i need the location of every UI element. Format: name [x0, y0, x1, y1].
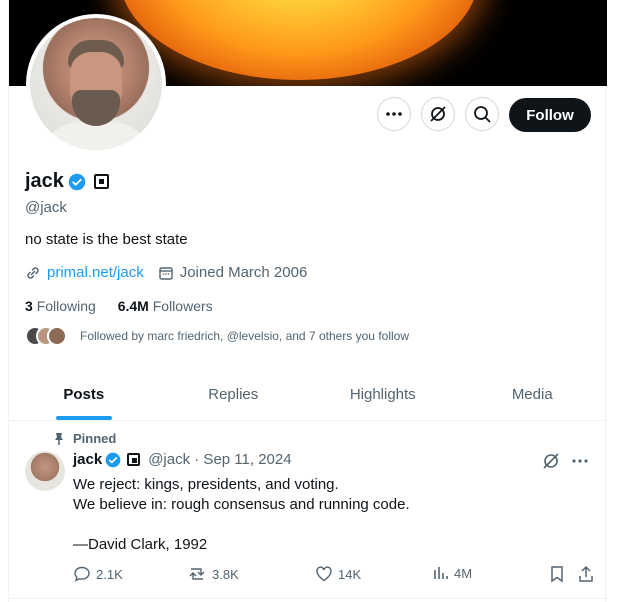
profile-page: Follow jack @jack no state is the best s…	[8, 0, 607, 602]
profile-name: jack	[25, 170, 64, 192]
divider	[9, 598, 607, 599]
share-button[interactable]	[577, 565, 600, 583]
joined-date: Joined March 2006	[179, 264, 308, 281]
following-label: Following	[36, 298, 96, 314]
like-icon	[316, 566, 332, 582]
tweet-text: We reject: kings, presidents, and voting…	[73, 476, 410, 553]
followed-by-row[interactable]: Followed by marc friedrich, @levelsio, a…	[25, 326, 409, 346]
tweet-top-actions	[541, 451, 589, 471]
square-badge-icon[interactable]	[127, 453, 141, 466]
profile-avatar-frame	[26, 14, 166, 154]
verified-icon[interactable]	[105, 452, 121, 468]
square-badge-icon[interactable]	[93, 174, 109, 189]
share-icon	[579, 565, 593, 582]
nostr-icon[interactable]	[541, 451, 561, 471]
pin-icon	[55, 432, 63, 445]
tab-posts[interactable]: Posts	[9, 370, 159, 420]
profile-link[interactable]: primal.net/jack	[47, 264, 144, 281]
tab-replies[interactable]: Replies	[159, 370, 309, 420]
followers-count: 6.4M	[117, 298, 149, 314]
more-icon[interactable]	[571, 452, 589, 470]
avatar	[47, 326, 67, 346]
profile-meta: primal.net/jack Joined March 2006	[25, 264, 307, 281]
more-icon	[386, 112, 402, 116]
more-button[interactable]	[377, 97, 411, 131]
nostr-icon	[430, 106, 446, 122]
tweet-author-name[interactable]: jack	[73, 451, 102, 468]
profile-avatar[interactable]	[30, 18, 162, 150]
profile-bio: no state is the best state	[25, 231, 188, 248]
reply-button[interactable]: 2.1K	[73, 565, 123, 583]
views-count: 4M	[454, 565, 473, 581]
followers-link[interactable]: 6.4M Followers	[118, 298, 213, 314]
bookmark-button[interactable]	[549, 565, 570, 583]
tab-highlights[interactable]: Highlights	[308, 370, 458, 420]
repost-button[interactable]: 3.8K	[187, 565, 239, 583]
tab-media[interactable]: Media	[458, 370, 608, 420]
link-icon	[27, 266, 39, 279]
profile-handle: @jack	[25, 199, 67, 216]
following-link[interactable]: 3 Following	[25, 298, 96, 314]
banner-sun-image	[119, 0, 479, 80]
followed-by-text: Followed by marc friedrich, @levelsio, a…	[80, 329, 409, 343]
verified-icon[interactable]	[68, 173, 86, 191]
profile-name-row: jack	[25, 170, 109, 193]
reply-icon	[74, 566, 90, 582]
reply-count: 2.1K	[96, 566, 123, 582]
repost-icon	[189, 568, 205, 580]
nostr-button[interactable]	[421, 97, 455, 131]
search-icon	[474, 106, 491, 123]
tweet-avatar[interactable]	[25, 451, 65, 491]
tweet-handle-date[interactable]: @jack · Sep 11, 2024	[148, 451, 291, 468]
tweet-actions: 2.1K 3.8K 14K 4M	[73, 565, 593, 587]
following-count: 3	[25, 298, 33, 314]
views-button[interactable]: 4M	[433, 565, 472, 581]
repost-count: 3.8K	[212, 566, 239, 582]
follow-stats: 3 Following 6.4M Followers	[25, 298, 213, 314]
tweet-header: jack @jack · Sep 11, 2024	[73, 451, 292, 468]
pinned-label-row: Pinned	[53, 431, 116, 446]
search-button[interactable]	[465, 97, 499, 131]
follow-button[interactable]: Follow	[509, 98, 591, 132]
views-icon	[434, 567, 448, 579]
pinned-label: Pinned	[73, 431, 117, 446]
followers-label: Followers	[152, 298, 213, 314]
like-count: 14K	[338, 566, 362, 582]
bookmark-icon	[551, 566, 563, 583]
like-button[interactable]: 14K	[315, 565, 361, 583]
calendar-icon	[159, 266, 173, 280]
profile-tabs: Posts Replies Highlights Media	[9, 370, 607, 421]
